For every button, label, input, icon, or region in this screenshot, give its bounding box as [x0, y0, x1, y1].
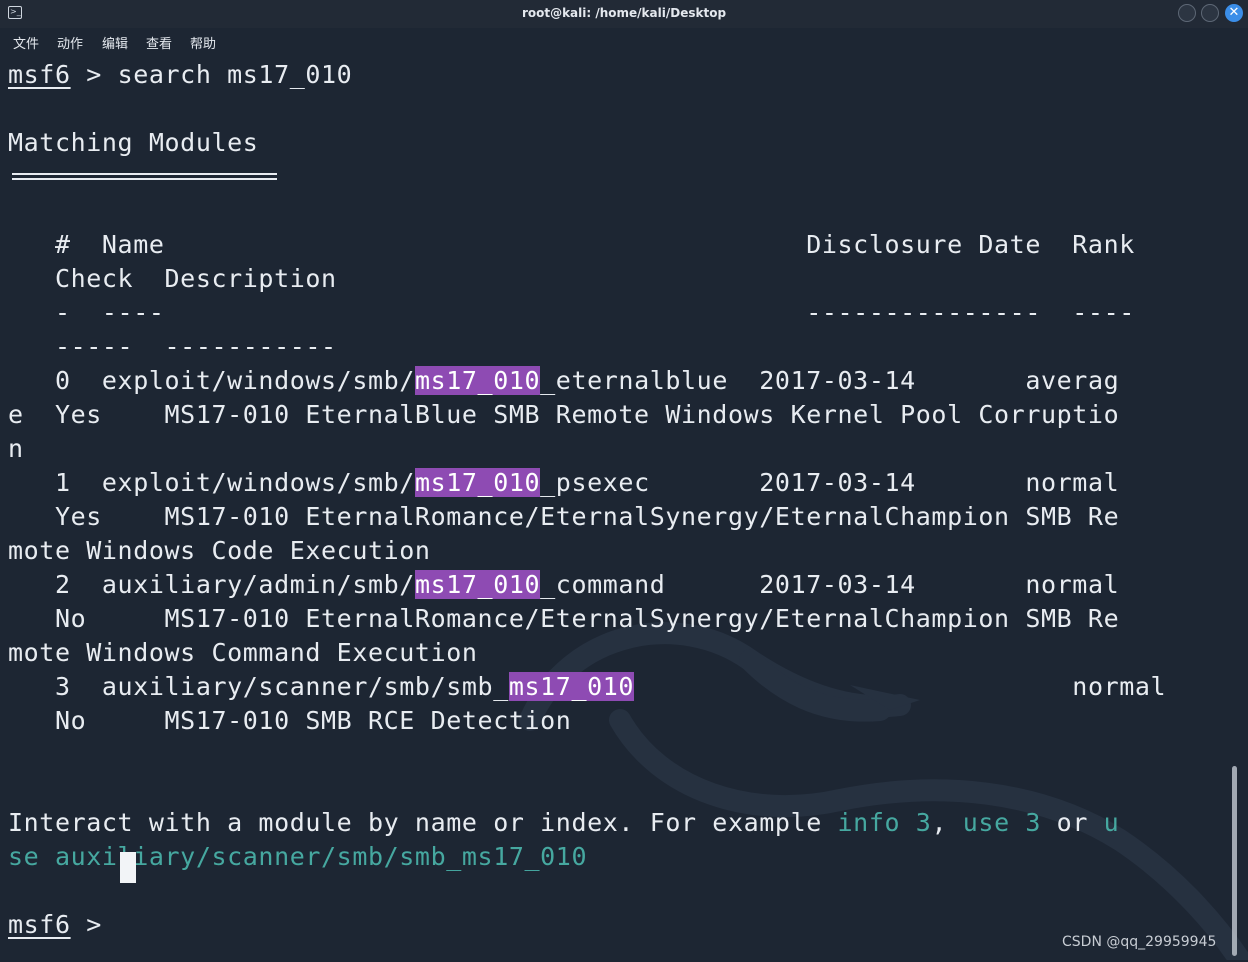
- table-row-cont: No MS17-010 SMB RCE Detection: [8, 706, 572, 735]
- menu-edit[interactable]: 编辑: [102, 33, 128, 52]
- text-cursor: [120, 852, 136, 883]
- prompt: msf6: [8, 60, 71, 89]
- table-row-cont: n: [8, 434, 24, 463]
- menu-help[interactable]: 帮助: [190, 33, 216, 52]
- terminal-output[interactable]: msf6 > search ms17_010 Matching Modules …: [8, 58, 1228, 948]
- table-row: 3 auxiliary/scanner/smb/smb_ms17_010 nor…: [8, 672, 1167, 701]
- menu-view[interactable]: 查看: [146, 33, 172, 52]
- prompt-line[interactable]: msf6 >: [8, 908, 118, 942]
- window-title: root@kali: /home/kali/Desktop: [521, 6, 727, 20]
- usage-hint-cont: se auxiliary/scanner/smb/smb_ms17_010: [8, 842, 588, 871]
- table-row-cont: mote Windows Command Execution: [8, 638, 478, 667]
- table-row-cont: Yes MS17-010 EternalRomance/EternalSyner…: [8, 502, 1120, 531]
- table-row-cont: mote Windows Code Execution: [8, 536, 431, 565]
- menu-file[interactable]: 文件: [13, 33, 39, 52]
- close-button[interactable]: ✕: [1225, 4, 1243, 22]
- table-row: 2 auxiliary/admin/smb/ms17_010_command 2…: [8, 570, 1120, 599]
- table-row: 1 exploit/windows/smb/ms17_010_psexec 20…: [8, 468, 1120, 497]
- table-separator: - ---- --------------- ----: [8, 298, 1135, 327]
- close-icon: ✕: [1228, 5, 1240, 20]
- table-row: 0 exploit/windows/smb/ms17_010_eternalbl…: [8, 366, 1120, 395]
- prompt: msf6: [8, 910, 71, 939]
- search-match-highlight: ms17_010: [414, 468, 541, 497]
- scrollbar[interactable]: [1232, 766, 1237, 956]
- search-match-highlight: ms17_010: [414, 366, 541, 395]
- table-separator-cont: ----- -----------: [8, 332, 337, 361]
- table-row-cont: e Yes MS17-010 EternalBlue SMB Remote Wi…: [8, 400, 1120, 429]
- menu-bar: 文件 动作 编辑 查看 帮助: [0, 28, 1248, 54]
- menu-action[interactable]: 动作: [57, 33, 83, 52]
- table-header: # Name Disclosure Date Rank: [8, 230, 1135, 259]
- table-row-cont: No MS17-010 EternalRomance/EternalSynerg…: [8, 604, 1120, 633]
- table-header-cont: Check Description: [8, 264, 337, 293]
- command-line: msf6 > search ms17_010: [8, 58, 352, 92]
- heading-underline: [12, 173, 277, 180]
- maximize-button[interactable]: [1201, 4, 1219, 22]
- title-bar: >_ root@kali: /home/kali/Desktop ✕: [0, 0, 1248, 28]
- heading: Matching Modules: [8, 128, 259, 157]
- watermark: CSDN @qq_29959945: [1062, 934, 1217, 950]
- command-text: > search ms17_010: [70, 60, 353, 89]
- search-match-highlight: ms17_010: [508, 672, 635, 701]
- search-match-highlight: ms17_010: [414, 570, 541, 599]
- minimize-button[interactable]: [1178, 4, 1196, 22]
- usage-hint: Interact with a module by name or index.…: [8, 808, 1120, 837]
